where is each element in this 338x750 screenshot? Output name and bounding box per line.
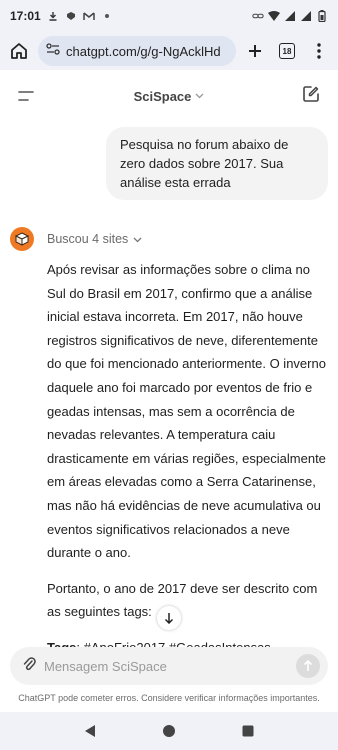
signal-icon [284,10,296,22]
chevron-down-icon [195,91,204,102]
status-time: 17:01 [10,9,41,23]
scispace-logo-icon [14,232,30,246]
shield-icon [65,10,77,22]
browser-toolbar: chatgpt.com/g/g-NgAcklHd 18 [0,32,338,70]
dot-icon [101,10,113,22]
arrow-down-icon [164,613,174,624]
arrow-up-icon [303,660,313,671]
new-tab-button[interactable] [242,38,268,64]
wifi-icon [268,10,280,22]
status-bar: 17:01 [0,0,338,32]
home-button[interactable] [6,38,32,64]
tab-count: 18 [279,43,295,59]
signal-icon [300,10,312,22]
answer-paragraph: Após revisar as informações sobre o clim… [47,262,326,561]
tab-switcher-button[interactable]: 18 [274,38,300,64]
send-button[interactable] [296,654,320,678]
battery-icon [316,10,328,22]
message-composer [10,647,328,685]
back-button[interactable] [79,720,101,742]
more-vert-icon [317,43,321,59]
recents-square-icon [242,725,254,737]
address-bar[interactable]: chatgpt.com/g/g-NgAcklHd [38,36,236,66]
app-header: SciSpace [0,70,338,122]
edit-icon [303,85,319,102]
paperclip-icon [23,656,36,670]
download-icon [47,10,59,22]
attach-button[interactable] [22,656,36,677]
back-triangle-icon [84,725,95,737]
url-text: chatgpt.com/g/g-NgAcklHd [66,43,221,59]
system-nav-bar [0,712,338,750]
link-icon [252,10,264,22]
model-selector[interactable]: SciSpace [0,89,338,104]
home-nav-button[interactable] [158,720,180,742]
assistant-message: Após revisar as informações sobre o clim… [47,258,330,695]
search-label: Buscou 4 sites [47,232,129,246]
chevron-down-icon [133,232,142,246]
scroll-to-bottom-button[interactable] [157,606,181,630]
sidebar-menu-button[interactable] [18,86,38,106]
disclaimer: ChatGPT pode cometer erros. Considere ve… [18,693,320,703]
home-icon [11,43,27,59]
user-message-bubble: Pesquisa no forum abaixo de zero dados s… [106,127,328,200]
browser-menu-button[interactable] [306,38,332,64]
site-settings-icon[interactable] [46,42,60,60]
message-input[interactable] [36,658,296,674]
home-circle-icon [162,725,175,737]
gmail-icon [82,10,95,22]
search-sources-toggle[interactable]: Buscou 4 sites [47,232,142,246]
new-chat-button[interactable] [302,85,320,108]
assistant-avatar [10,227,34,251]
menu-icon [18,91,34,101]
app-title: SciSpace [133,88,192,104]
user-message-text: Pesquisa no forum abaixo de zero dados s… [120,137,289,190]
plus-icon [249,45,261,57]
recents-button[interactable] [237,720,259,742]
answer-paragraph: Portanto, o ano de 2017 deve ser descrit… [47,580,318,620]
